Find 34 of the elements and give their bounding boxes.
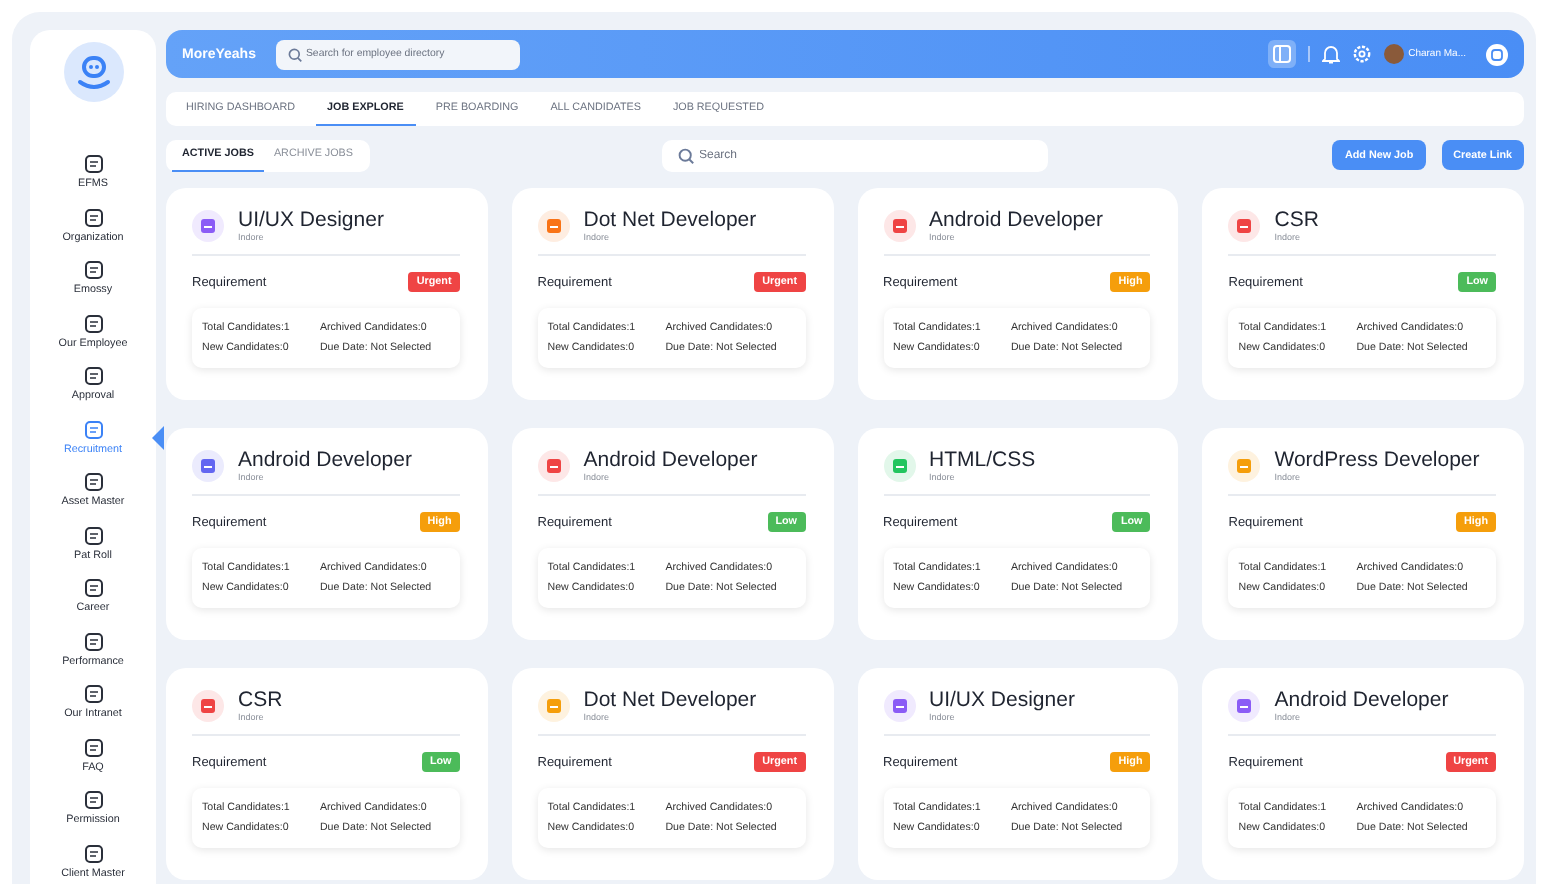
job-title: Android Developer	[238, 448, 412, 472]
avatar[interactable]	[1384, 44, 1405, 64]
document-icon	[83, 737, 103, 757]
document-icon	[83, 684, 103, 704]
profile-menu-icon[interactable]	[1486, 43, 1508, 65]
job-title: Dot Net Developer	[583, 208, 757, 232]
search-icon	[287, 47, 302, 61]
document-icon	[83, 843, 103, 863]
document-icon	[83, 578, 103, 598]
job-title: Android Developer	[583, 448, 758, 472]
job-title: CSR	[1274, 208, 1319, 232]
document-icon	[83, 260, 103, 280]
job-title: HTML/CSS	[929, 448, 1036, 472]
document-icon	[83, 419, 103, 439]
search-icon	[677, 147, 693, 163]
document-icon	[83, 472, 103, 492]
document-icon	[83, 154, 103, 174]
logo-icon	[63, 42, 123, 102]
document-icon	[83, 631, 103, 651]
document-icon	[83, 207, 103, 227]
job-title: Android Developer	[1274, 688, 1449, 712]
document-icon	[83, 366, 103, 386]
document-icon	[83, 790, 103, 810]
job-title: UI/UX Designer	[238, 208, 384, 232]
bell-icon[interactable]	[1322, 44, 1341, 64]
job-title: UI/UX Designer	[929, 688, 1075, 712]
job-title: WordPress Developer	[1274, 448, 1480, 472]
job-title: CSR	[238, 688, 283, 712]
sidebar-toggle-icon[interactable]	[1268, 40, 1297, 68]
job-title: Dot Net Developer	[583, 688, 757, 712]
settings-icon[interactable]	[1352, 44, 1373, 64]
document-icon	[83, 313, 103, 333]
job-title: Android Developer	[929, 208, 1103, 232]
document-icon	[83, 525, 103, 545]
